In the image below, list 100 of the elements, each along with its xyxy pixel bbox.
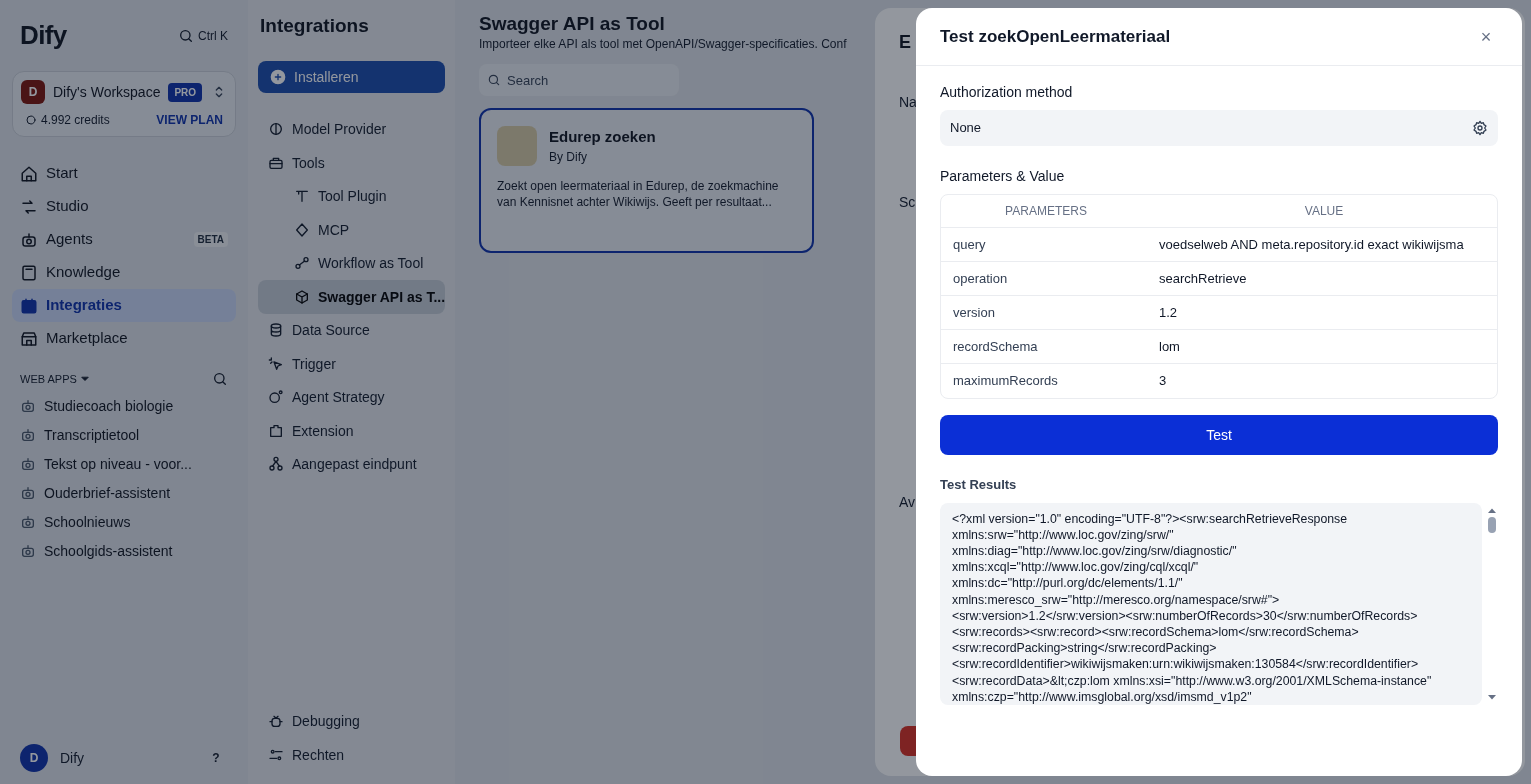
app-item[interactable]: Studiecoach biologie [12,391,236,421]
section-label: WEB APPS [20,372,77,387]
delete-button[interactable] [900,726,916,756]
search-icon[interactable] [212,371,228,388]
puzzle-icon [268,422,284,439]
plan-badge: PRO [168,82,203,102]
credits-text: 4.992 credits [41,112,110,128]
result-line: <srw:version>1.2</srw:version><srw:numberOfRecords>30</srw:numberOfRecords> [952,607,1419,624]
result-line: xmlns:dc="http://purl.org/dc/elements/1.1/" [952,575,1184,592]
search-icon [178,27,194,44]
app-item[interactable]: Ouderbrief-assistent [12,478,236,508]
table-cell-text: version [952,303,996,322]
nav-item[interactable]: Tool Plugin [258,179,445,213]
table-cell-text: maximumRecords [952,372,1059,391]
hammer-icon [294,188,310,205]
view-plan-link[interactable]: VIEW PLAN [156,112,223,128]
scrollbar-thumb[interactable] [1488,516,1496,533]
robot-icon [20,543,36,559]
nav-item[interactable]: Knowledge [12,256,236,289]
field-label: Na [899,93,917,112]
section-description: Importeer elke API als tool met OpenAPI/Swagger-specificaties. Conf [479,36,847,52]
result-line: <srw:recordIdentifier>wikiwijsmaken:urn:wikiwijsmaken:130584</srw:recordIdentifier> [952,656,1420,673]
nav-item[interactable]: Extension [258,414,445,448]
result-line: xmlns:czp="http://www.imsglobal.org/xsd/imsmd_v1p2" [952,688,1253,705]
nav-item[interactable]: Data Source [258,313,445,347]
nav-item[interactable]: Swagger API as T... [258,280,445,314]
tool-description: Zoekt open leermateriaal in Edurep, de zoekmachine van Kennisnet achter Wikiwijs. Geeft per resultaat... [497,178,780,210]
user-name: Dify [60,749,85,768]
app-item[interactable]: Transcriptietool [12,420,236,450]
workspace-avatar: D [21,80,45,104]
book-icon [20,263,38,282]
robot-icon [20,456,36,472]
install-button[interactable]: Installeren [258,60,445,93]
table-cell-text: recordSchema [952,337,1039,356]
pointer-icon [268,355,284,372]
home-icon [20,164,38,183]
robot-icon [20,514,36,530]
close-button[interactable]: × [1474,24,1498,49]
result-line: <srw:recordData>&lt;czp:lom xmlns:xsi="http://www.w3.org/2001/XMLSchema-instance" [952,672,1433,689]
cube-icon [294,288,310,305]
table-cell-text: query [952,235,987,254]
tool-author: By Dify [549,148,588,165]
nav-item[interactable]: Rechten [258,738,445,772]
result-line: xmlns:diag="http://www.loc.gov/zing/srw/diagnostic/" [952,542,1238,560]
table-cell-text: searchRetrieve [1158,269,1248,288]
user-avatar[interactable]: D [20,744,48,772]
table-cell-text: lom [1158,337,1181,356]
workspace-name[interactable]: Dify's Workspace [53,82,161,102]
robot-icon [20,398,36,414]
shortcut-hint: Ctrl K [198,27,228,44]
calendar-icon [20,296,38,315]
nav-item[interactable]: Studio [12,190,236,223]
nav-item[interactable]: Agent Strategy [258,380,445,414]
diamond-icon [294,221,310,238]
auth-method-field[interactable]: None [940,110,1498,146]
sliders-icon [268,747,284,763]
section-label: Test Results [940,476,1018,494]
logo-text: Dify [20,19,67,52]
field-label: Authorization method [940,83,1074,102]
test-button[interactable]: Test [940,415,1498,455]
tool-logo-placeholder [497,126,537,166]
table-cell-text: operation [952,269,1009,288]
app-item[interactable]: Tekst op niveau - voor... [12,449,236,479]
robot-icon [20,485,36,501]
table-cell-text: 3 [1158,372,1168,391]
nav-item[interactable]: Trigger [258,347,445,381]
nav-item[interactable]: Integraties [12,289,236,322]
column-header: PARAMETERS [1004,203,1088,219]
field-label: Parameters & Value [940,167,1066,186]
help-button[interactable]: ? [204,746,228,770]
app-item[interactable]: Schoolnieuws [12,507,236,537]
search-field[interactable]: Search [479,64,679,96]
column-header: VALUE [1303,203,1345,219]
database-icon [268,322,284,339]
result-line: <srw:records><srw:record><srw:recordSchema>lom</srw:recordSchema> [952,623,1360,641]
nav-item[interactable]: MCP [258,213,445,247]
dialog-title: Test zoekOpenLeermateriaal [940,25,1171,48]
result-line: <srw:recordPacking>string</srw:recordPacking> [952,640,1218,657]
search-icon [487,73,501,87]
nav-item[interactable]: Workflow as Tool [258,246,445,280]
table-cell-text: 1.2 [1158,303,1179,322]
tool-card[interactable]: Edurep zoeken By Dify Zoekt open leermateriaal in Edurep, de zoekmachine van Kennisnet achter Wikiwijs. Geeft per resultaat... [479,108,814,253]
nav-item[interactable]: Agents BETA [12,223,236,256]
plus-icon [270,68,286,85]
result-line: xmlns:meresco_srw="http://meresco.org/namespace/srw#"> [952,591,1281,608]
app-item[interactable]: Schoolgids-assistent [12,536,236,566]
flow-icon [268,456,284,473]
result-line: xmlns:srw="http://www.loc.gov/zing/srw/" [952,526,1175,543]
nav-item[interactable]: Debugging [258,704,445,738]
result-line: <?xml version="1.0" encoding="UTF-8"?><srw:searchRetrieveResponse [952,510,1349,527]
robot-icon [20,427,36,443]
arrows-icon [20,197,38,216]
field-label: Av [899,493,916,512]
nav-item[interactable]: Marketplace [12,322,236,355]
bug-icon [268,713,284,729]
nav-item[interactable]: Tools [258,146,445,180]
nav-item[interactable]: Model Provider [258,112,445,146]
beta-label: BETA [193,232,228,247]
nav-item[interactable]: Start [12,157,236,190]
nav-item[interactable]: Aangepast eindpunt [258,447,445,481]
